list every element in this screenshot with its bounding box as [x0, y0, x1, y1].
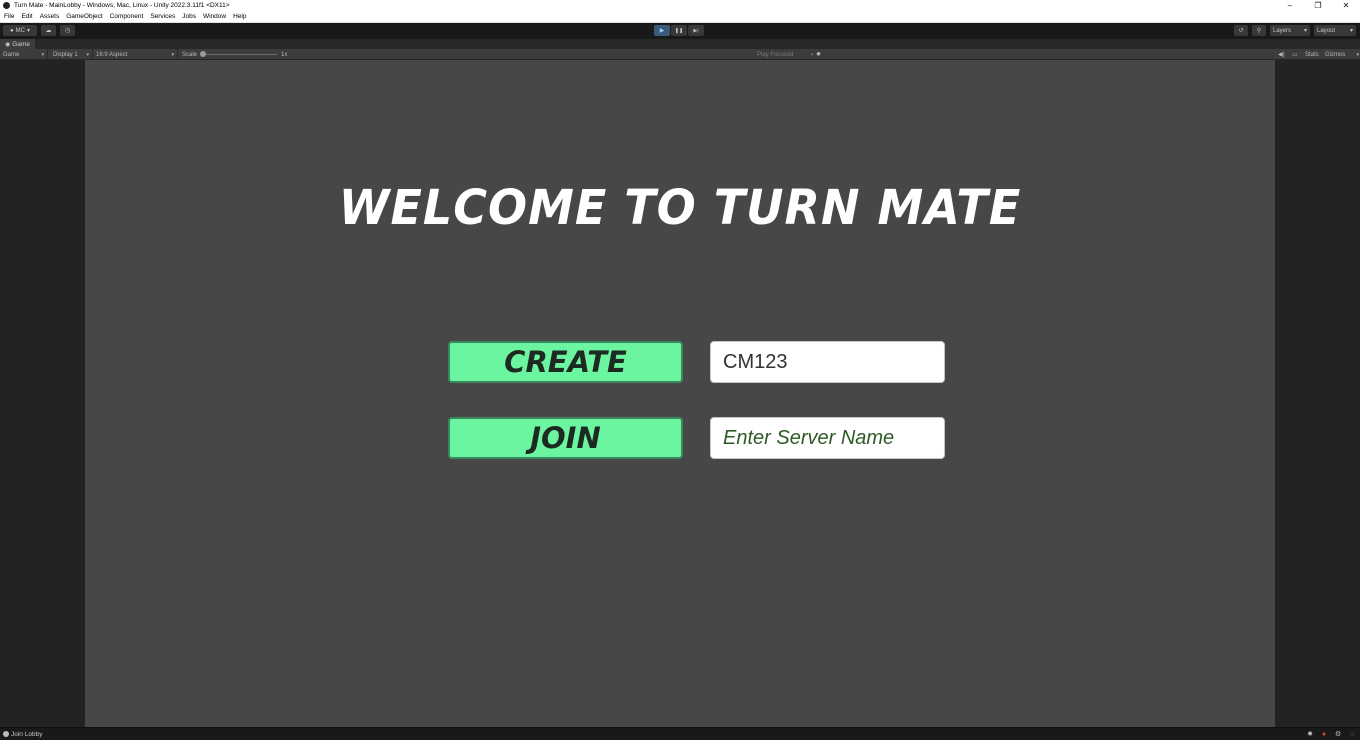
- create-button[interactable]: CREATE: [448, 341, 683, 383]
- menu-help[interactable]: Help: [229, 13, 249, 20]
- search-icon: ⚲: [1256, 28, 1262, 34]
- aspect-label: 16:9 Aspect: [96, 51, 128, 58]
- frame-debugger-button[interactable]: ✹: [816, 49, 821, 60]
- layers-label: Layers: [1273, 27, 1292, 34]
- menu-bar: File Edit Assets GameObject Component Se…: [0, 11, 1360, 23]
- join-button[interactable]: JOIN: [448, 417, 683, 459]
- speaker-icon: ◀): [1278, 52, 1285, 58]
- maximize-button[interactable]: ❐: [1304, 0, 1332, 11]
- status-message[interactable]: Join Lobby: [11, 731, 42, 738]
- game-view-letterbox-right: [1275, 60, 1360, 727]
- layout-dropdown[interactable]: Layout ▾: [1314, 25, 1356, 36]
- window-title-bar: Turn Mate - MainLobby - Windows, Mac, Li…: [0, 0, 1360, 11]
- play-mode-dropdown[interactable]: Play Focused ▾: [757, 49, 813, 60]
- join-server-name-input[interactable]: Enter Server Name: [710, 417, 945, 459]
- account-icon: ●: [10, 27, 14, 34]
- stats-toggle-icon-button[interactable]: ▭: [1292, 49, 1298, 60]
- main-toolbar: ● MC ▾ ☁ ◷ ▶ ❚❚ ▶| ↺ ⚲ Layers ▾ Layout ▾: [0, 23, 1360, 39]
- undo-history-button[interactable]: ↺: [1234, 25, 1248, 36]
- gamepad-icon: ◉: [5, 41, 11, 48]
- search-button[interactable]: ⚲: [1252, 25, 1266, 36]
- account-label: MC: [15, 27, 25, 34]
- account-dropdown[interactable]: ● MC ▾: [3, 25, 37, 36]
- menu-component[interactable]: Component: [106, 13, 147, 20]
- menu-services[interactable]: Services: [146, 13, 178, 20]
- tab-game-label: Game: [12, 40, 30, 48]
- layers-dropdown[interactable]: Layers ▾: [1270, 25, 1310, 36]
- game-canvas: WELCOME TO TURN MATE CREATE CM123 JOIN E…: [85, 60, 1275, 727]
- chevron-down-icon: ▾: [26, 28, 30, 34]
- display-label: Display 1: [53, 51, 78, 58]
- menu-file[interactable]: File: [0, 13, 17, 20]
- step-button[interactable]: ▶|: [688, 25, 704, 36]
- menu-window[interactable]: Window: [199, 13, 229, 20]
- scale-slider[interactable]: [200, 51, 278, 57]
- settings-icon[interactable]: ⚙: [1334, 730, 1342, 738]
- game-view-letterbox-left: [0, 60, 85, 727]
- chevron-down-icon: ▾: [86, 51, 89, 58]
- chevron-down-icon: ▾: [810, 51, 813, 58]
- cloud-button[interactable]: ☁: [41, 25, 56, 36]
- tab-game[interactable]: ◉ Game: [0, 39, 35, 49]
- tab-strip: ◉ Game: [0, 39, 1360, 49]
- display-dropdown[interactable]: Display 1 ▾: [50, 49, 93, 60]
- chevron-down-icon: ▾: [171, 51, 174, 58]
- scale-control: Scale 1x: [182, 49, 287, 60]
- unity-logo-icon: [3, 2, 10, 9]
- menu-jobs[interactable]: Jobs: [178, 13, 199, 20]
- play-button[interactable]: ▶: [654, 25, 670, 36]
- history-icon: ◷: [64, 28, 71, 34]
- chevron-down-icon: ▾: [1303, 28, 1307, 34]
- scale-value: 1x: [281, 51, 288, 58]
- scale-label: Scale: [182, 51, 198, 58]
- monitor-icon: ▭: [1292, 52, 1298, 58]
- close-button[interactable]: ✕: [1332, 0, 1360, 11]
- status-bar: Join Lobby ✹ ● ⚙ ◌: [0, 727, 1360, 740]
- status-indicators: ✹ ● ⚙ ◌: [1306, 730, 1356, 739]
- pause-button[interactable]: ❚❚: [671, 25, 687, 36]
- menu-gameobject[interactable]: GameObject: [62, 13, 106, 20]
- play-icon: ▶: [659, 28, 665, 34]
- window-controls: – ❐ ✕: [1276, 0, 1360, 11]
- game-view-toolbar: Game ▾ Display 1 ▾ 16:9 Aspect ▾ Scale 1…: [0, 49, 1360, 60]
- step-icon: ▶|: [693, 27, 699, 34]
- stats-button[interactable]: Stats: [1305, 49, 1319, 60]
- view-mode-dropdown[interactable]: Game ▾: [0, 49, 48, 60]
- debug-icon[interactable]: ✹: [1306, 730, 1314, 738]
- progress-icon[interactable]: ◌: [1348, 730, 1356, 738]
- aspect-dropdown[interactable]: 16:9 Aspect ▾: [93, 49, 178, 60]
- gizmos-label: Gizmos: [1325, 51, 1346, 58]
- play-mode-label: Play Focused: [757, 51, 794, 58]
- scale-slider-handle[interactable]: [200, 51, 207, 57]
- menu-edit[interactable]: Edit: [17, 13, 35, 20]
- chevron-down-icon: ▾: [1356, 51, 1359, 58]
- view-mode-label: Game: [3, 51, 20, 58]
- chevron-down-icon: ▾: [1349, 28, 1353, 34]
- chevron-down-icon: ▾: [41, 51, 44, 58]
- create-server-name-input[interactable]: CM123: [710, 341, 945, 383]
- playmode-controls: ▶ ❚❚ ▶|: [654, 25, 704, 36]
- minimize-button[interactable]: –: [1276, 0, 1304, 11]
- history-icon: ↺: [1238, 28, 1244, 34]
- stats-label: Stats: [1305, 51, 1319, 58]
- cloud-icon: ☁: [45, 28, 52, 34]
- menu-assets[interactable]: Assets: [36, 13, 63, 20]
- window-title: Turn Mate - MainLobby - Windows, Mac, Li…: [14, 2, 230, 9]
- error-icon[interactable]: ●: [1320, 730, 1328, 738]
- info-icon: [3, 731, 9, 737]
- gizmos-dropdown[interactable]: Gizmos ▾: [1325, 49, 1359, 60]
- layout-label: Layout: [1317, 27, 1336, 34]
- pause-icon: ❚❚: [674, 27, 684, 34]
- mute-audio-button[interactable]: ◀): [1278, 49, 1285, 60]
- bug-icon: ✹: [816, 52, 822, 58]
- collab-button[interactable]: ◷: [60, 25, 75, 36]
- welcome-title: WELCOME TO TURN MATE: [338, 178, 1022, 236]
